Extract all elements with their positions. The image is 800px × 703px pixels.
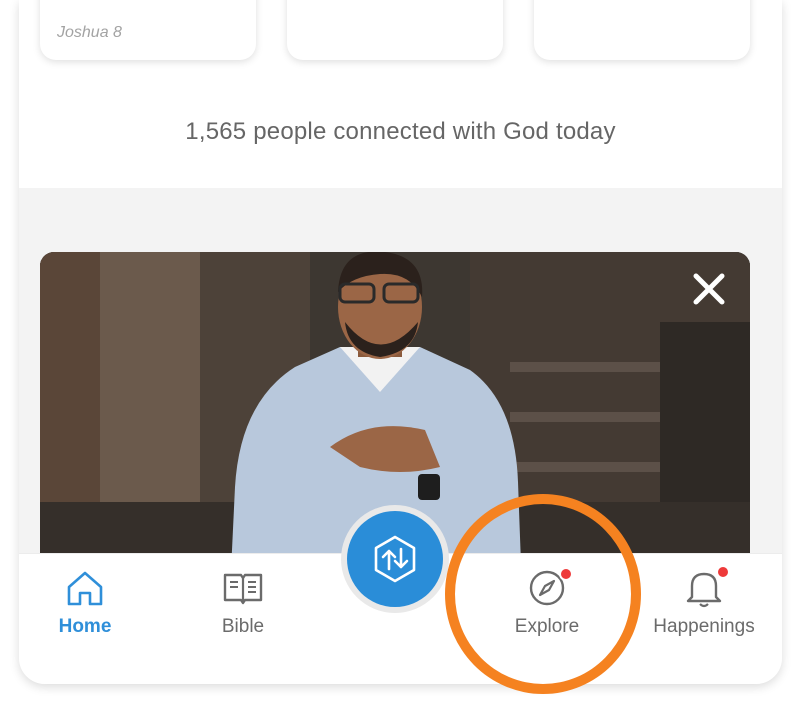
tab-bible-label: Bible xyxy=(221,616,265,637)
verse-cards-section: Joshua 8 1,565 people connected with God… xyxy=(19,0,782,188)
tab-happenings-label: Happenings xyxy=(653,616,755,637)
tab-bible[interactable]: Bible xyxy=(168,554,318,664)
app-screen: Joshua 8 1,565 people connected with God… xyxy=(19,0,782,684)
swap-icon xyxy=(374,535,416,583)
tab-home[interactable]: Home xyxy=(19,554,160,664)
tab-explore[interactable]: Explore xyxy=(472,554,622,664)
tab-explore-label: Explore xyxy=(514,616,580,637)
verse-card[interactable] xyxy=(534,0,750,60)
explore-badge xyxy=(559,567,573,581)
verse-card[interactable] xyxy=(287,0,503,60)
verse-reference: Joshua 8 xyxy=(57,24,122,41)
tab-happenings[interactable]: Happenings xyxy=(629,554,779,664)
center-action-button[interactable] xyxy=(347,511,443,607)
connected-count-text: 1,565 people connected with God today xyxy=(185,118,616,145)
verse-card[interactable]: Joshua 8 xyxy=(40,0,256,60)
book-icon xyxy=(223,573,263,605)
center-action-backdrop xyxy=(341,505,449,613)
close-video-button[interactable] xyxy=(692,272,732,312)
close-icon xyxy=(693,273,725,305)
tab-home-label: Home xyxy=(58,616,112,637)
home-icon xyxy=(67,571,103,606)
happenings-badge xyxy=(716,565,730,579)
